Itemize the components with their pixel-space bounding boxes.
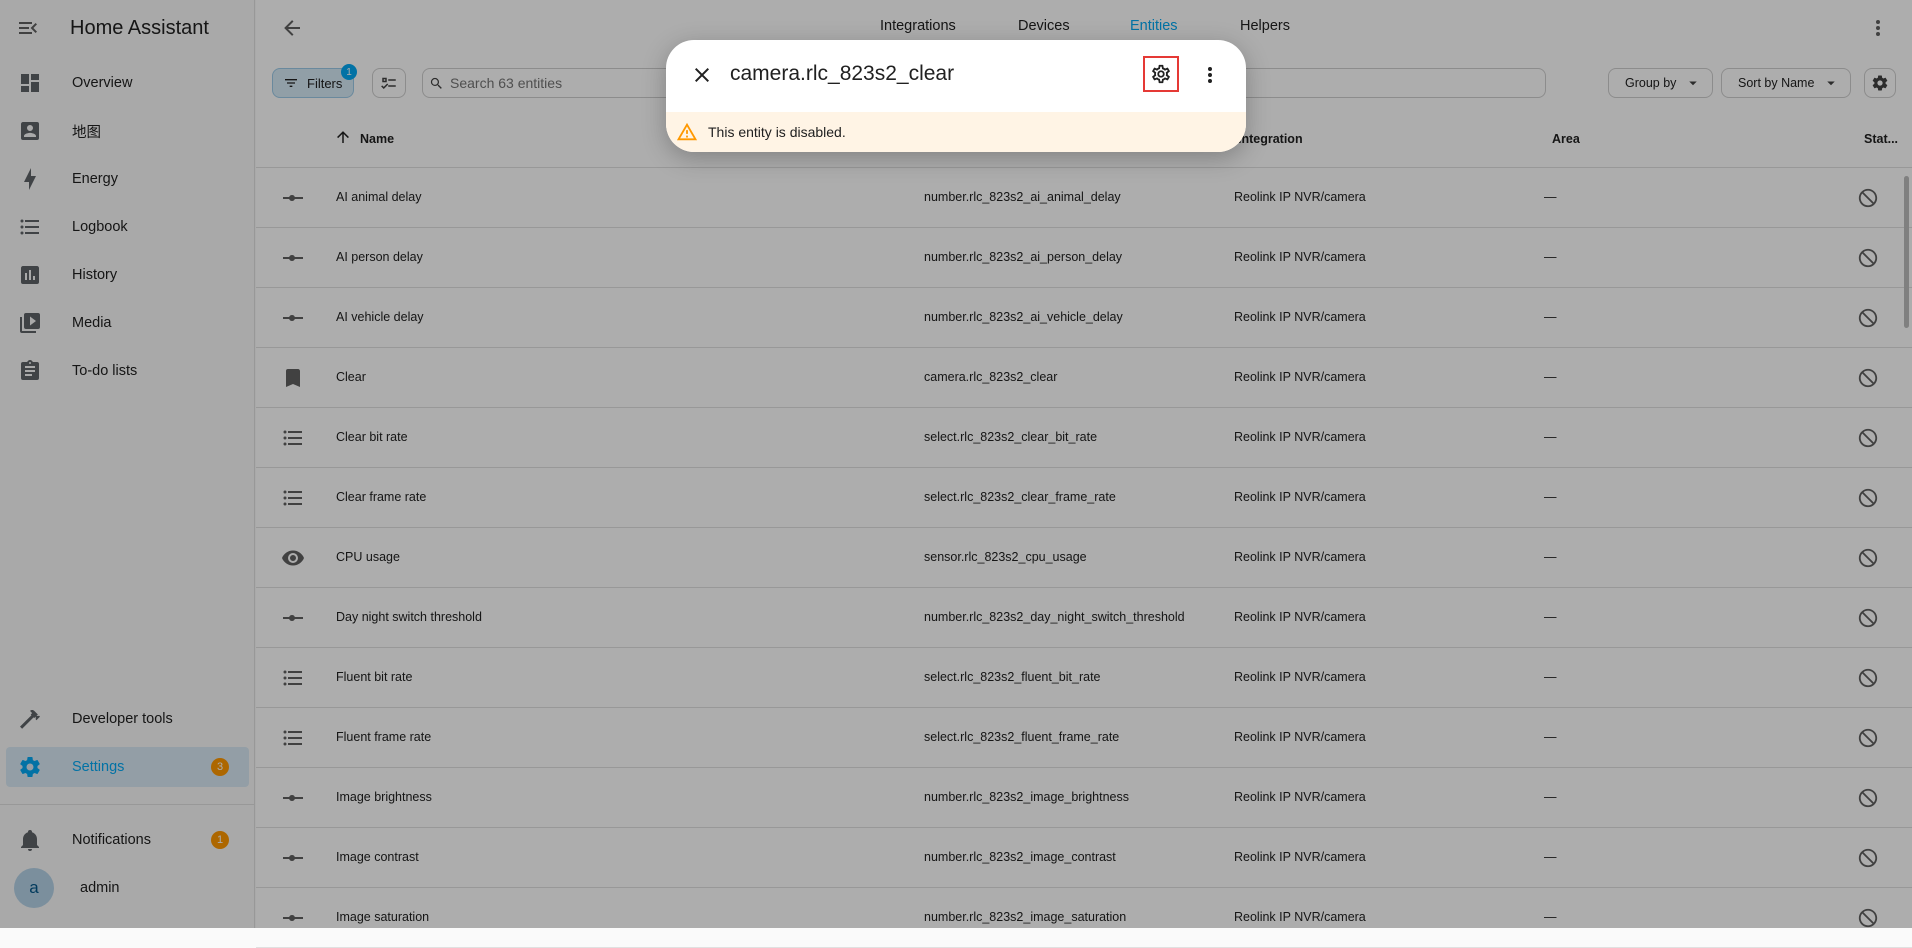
entity-settings-button[interactable] [1143, 56, 1179, 92]
entity-dialog: camera.rlc_823s2_clear This entity is di… [666, 40, 1246, 152]
close-icon[interactable] [690, 63, 714, 87]
alert-text: This entity is disabled. [708, 124, 846, 140]
alert-outline-icon [676, 122, 698, 141]
disabled-alert: This entity is disabled. [666, 112, 1246, 152]
cog-outline-icon [1152, 64, 1170, 84]
dialog-title: camera.rlc_823s2_clear [730, 62, 955, 85]
dots-vertical-icon[interactable] [1198, 63, 1222, 87]
